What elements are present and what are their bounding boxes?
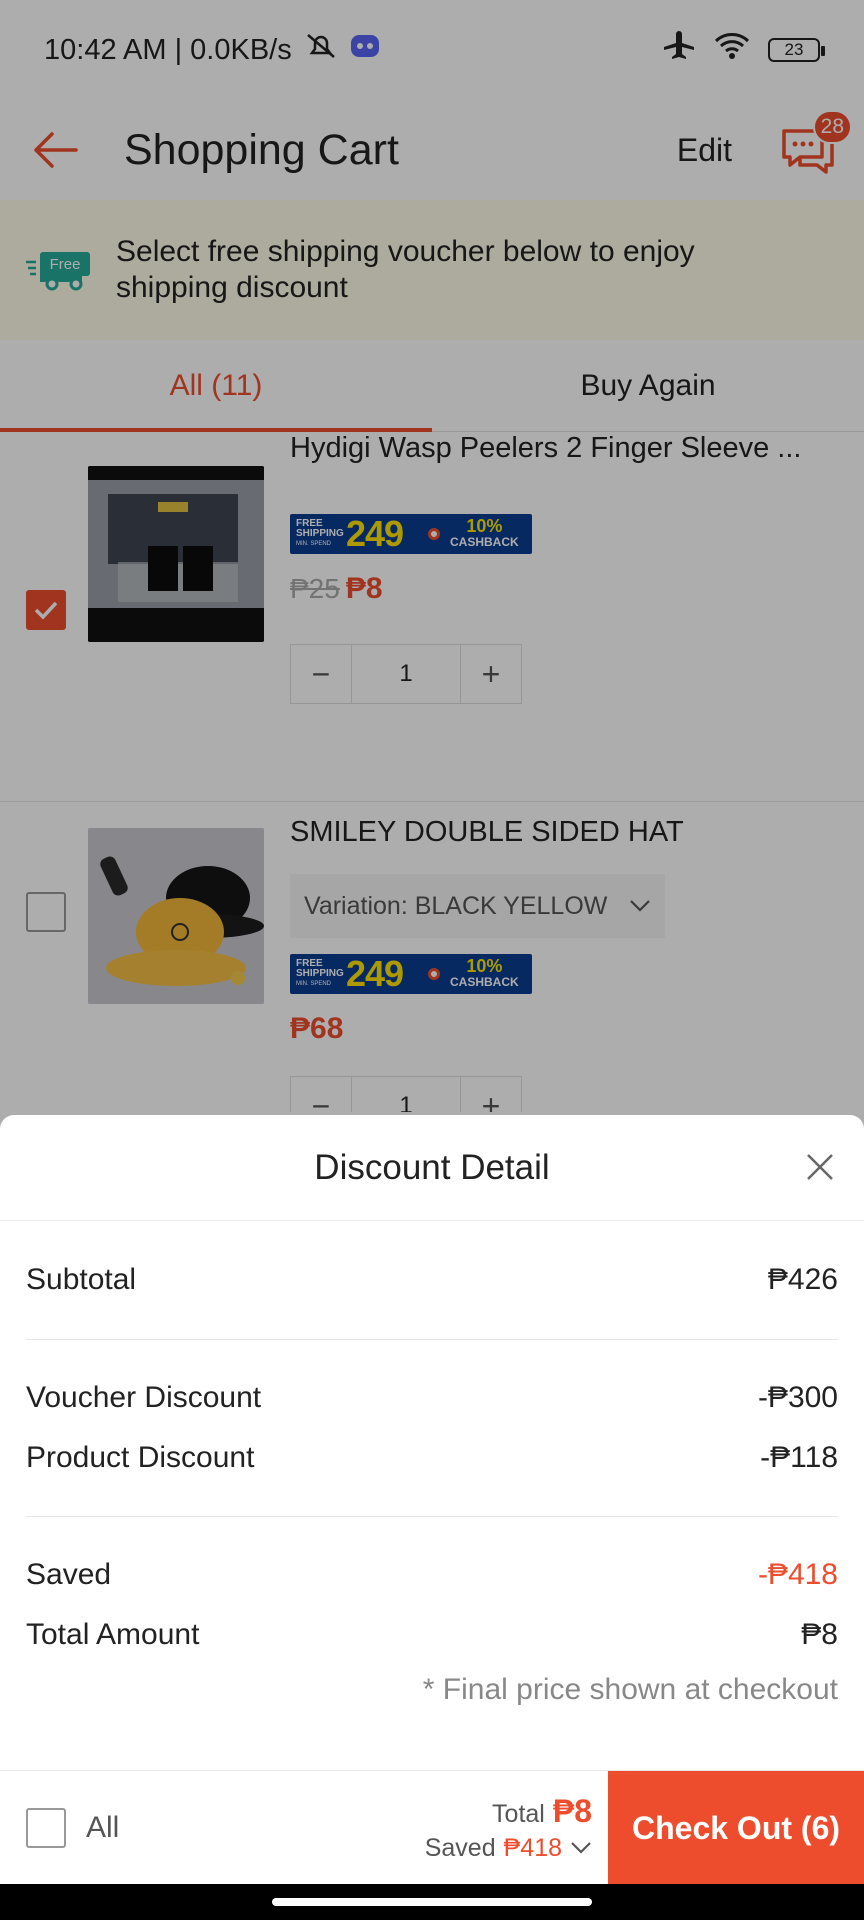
chevron-down-icon: [571, 1842, 591, 1854]
total-amount-row: Total Amount ₱8: [26, 1618, 838, 1651]
total-value: ₱8: [552, 1792, 592, 1829]
select-all-label: All: [86, 1810, 120, 1844]
saved-value: -₱418: [757, 1558, 838, 1591]
checkout-button[interactable]: Check Out (6): [608, 1771, 864, 1885]
total-amount-value: ₱8: [801, 1618, 838, 1651]
divider: [26, 1516, 838, 1517]
discount-detail-sheet: Discount Detail Subtotal ₱426 Voucher Di…: [0, 1115, 864, 1770]
subtotal-row: Subtotal ₱426: [26, 1263, 838, 1296]
close-icon: [807, 1154, 833, 1180]
home-indicator[interactable]: [272, 1898, 592, 1906]
system-nav-bar: [0, 1884, 864, 1920]
select-all[interactable]: All: [0, 1771, 119, 1884]
checkout-bar: All Total ₱8 Saved ₱418 Check Out (6): [0, 1770, 864, 1885]
saved-row: Saved -₱418: [26, 1558, 838, 1591]
saved-amount: ₱418: [503, 1833, 562, 1862]
divider: [26, 1339, 838, 1340]
select-all-checkbox[interactable]: [26, 1807, 66, 1848]
voucher-discount-value: -₱300: [757, 1381, 838, 1414]
close-button[interactable]: [800, 1147, 840, 1187]
sheet-title: Discount Detail: [314, 1147, 550, 1187]
subtotal-value: ₱426: [767, 1263, 838, 1296]
product-discount-row: Product Discount -₱118: [26, 1441, 838, 1474]
voucher-discount-row: Voucher Discount -₱300: [26, 1381, 838, 1414]
final-price-note: * Final price shown at checkout: [422, 1673, 838, 1706]
totals-summary[interactable]: Total ₱8 Saved ₱418: [425, 1771, 608, 1884]
product-discount-value: -₱118: [760, 1441, 838, 1474]
